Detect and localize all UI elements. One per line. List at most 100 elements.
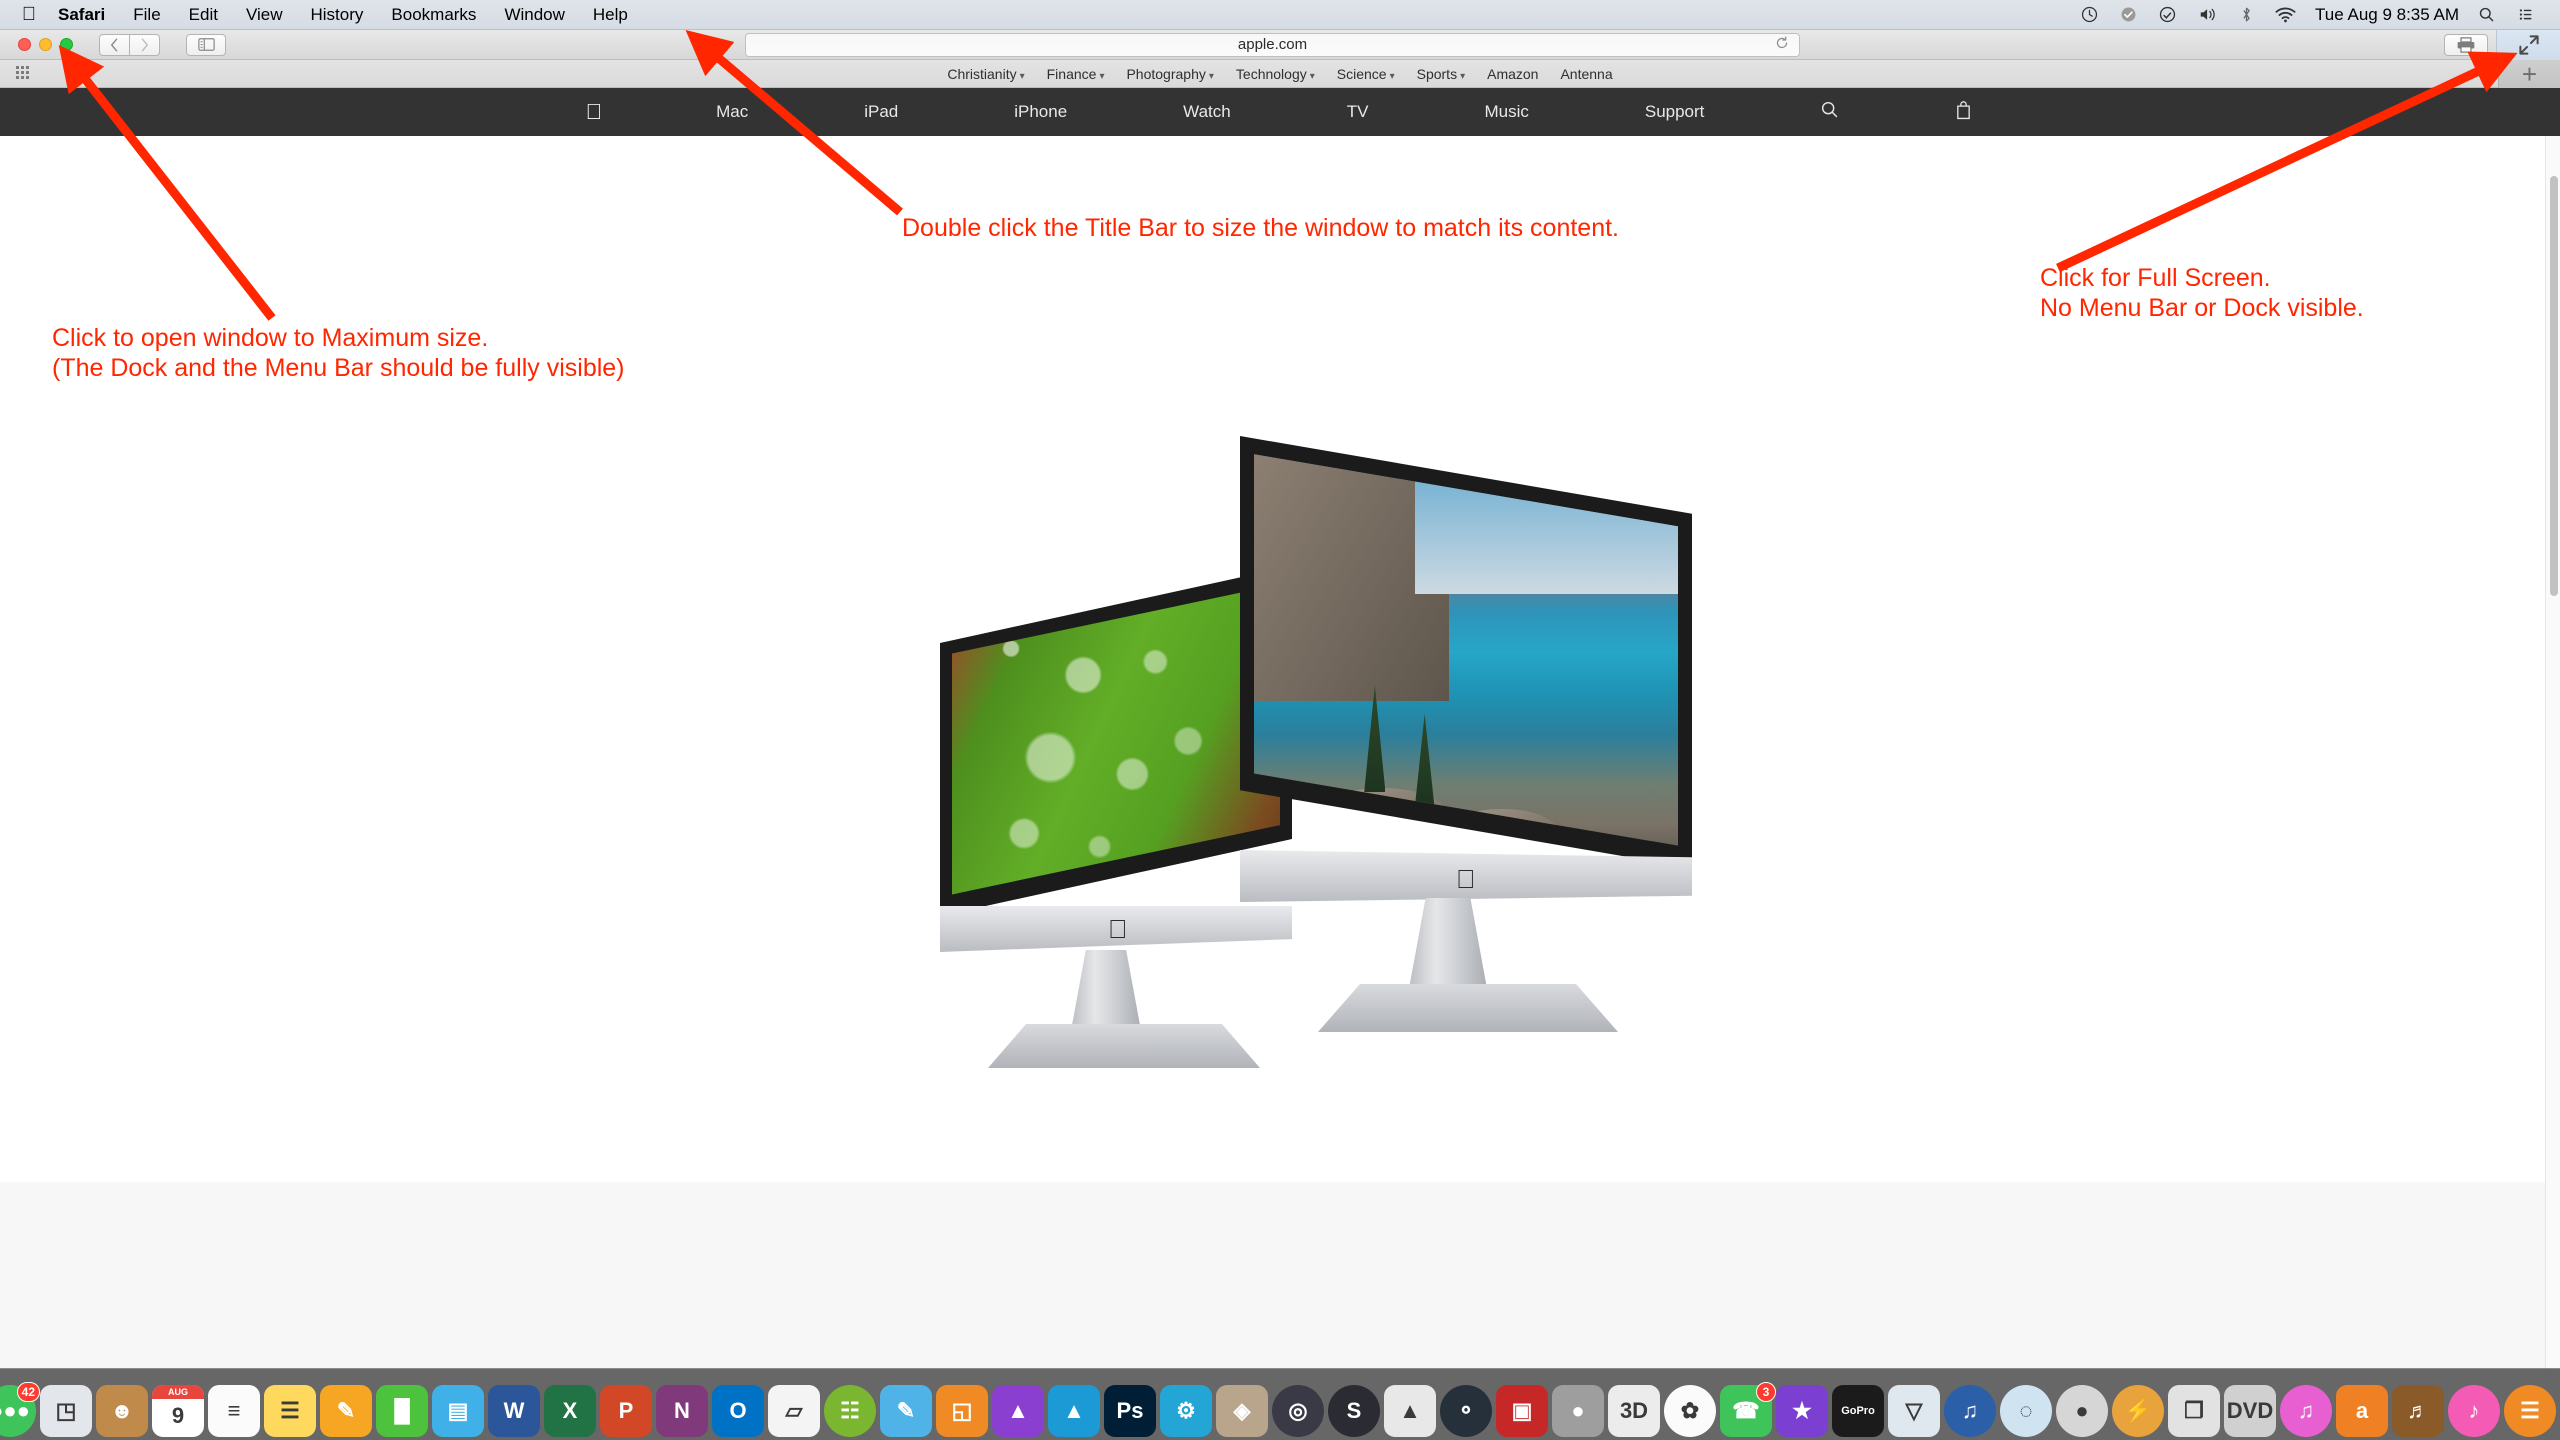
menu-item-history[interactable]: History <box>297 5 378 25</box>
dock-item-ibooks[interactable]: ☰ <box>2504 1385 2556 1437</box>
dock-item-color-pyramid[interactable]: ▲ <box>1384 1385 1436 1437</box>
bookmark-photography[interactable]: Photography ▾ <box>1126 66 1213 82</box>
dock-item-preview[interactable]: ◳ <box>40 1385 92 1437</box>
nav-item-iphone[interactable]: iPhone <box>956 102 1125 122</box>
clock-icon[interactable] <box>2070 0 2109 30</box>
dock-item-pages[interactable]: ✎ <box>320 1385 372 1437</box>
dock-item-calendar[interactable]: 9 AUG <box>152 1385 204 1437</box>
dock-item-audio-rack[interactable]: ▣ <box>1496 1385 1548 1437</box>
menu-item-help[interactable]: Help <box>579 5 642 25</box>
minimize-button[interactable] <box>39 38 52 51</box>
dock-item-numbers[interactable]: █ <box>376 1385 428 1437</box>
print-button[interactable] <box>2444 33 2488 56</box>
apple-logo-icon[interactable]:  <box>530 101 659 123</box>
new-tab-button[interactable]: + <box>2498 60 2560 88</box>
apple-menu-icon[interactable]:  <box>14 5 44 24</box>
bookmark-amazon[interactable]: Amazon <box>1487 66 1538 82</box>
menu-item-file[interactable]: File <box>119 5 174 25</box>
volume-icon[interactable] <box>2187 0 2229 30</box>
dock-item-vinyl-player[interactable]: ● <box>1552 1385 1604 1437</box>
dock-item-toast-burn[interactable]: ⚡ <box>2112 1385 2164 1437</box>
address-bar[interactable]: apple.com <box>745 32 1800 57</box>
dock-item-disk-utility[interactable]: ◌ <box>2000 1385 2052 1437</box>
dock-item-3d-viewer[interactable]: 3D <box>1608 1385 1660 1437</box>
dock-item-music-memos[interactable]: ♪ <box>2448 1385 2500 1437</box>
scrollbar-thumb[interactable] <box>2550 176 2558 596</box>
menu-bar-clock[interactable]: Tue Aug 9 8:35 AM <box>2307 5 2467 25</box>
close-button[interactable] <box>18 38 31 51</box>
wifi-icon[interactable] <box>2264 0 2307 30</box>
menu-item-safari[interactable]: Safari <box>44 5 119 25</box>
bookmark-science[interactable]: Science ▾ <box>1337 66 1395 82</box>
spotlight-search-icon[interactable] <box>2467 0 2506 30</box>
bluetooth-icon[interactable] <box>2229 0 2264 30</box>
dock-item-dvd-disc[interactable]: ● <box>2056 1385 2108 1437</box>
nav-item-tv[interactable]: TV <box>1289 102 1427 122</box>
cleanmymac-icon[interactable] <box>2148 0 2187 30</box>
dock-item-photos[interactable]: ✿ <box>1664 1385 1716 1437</box>
dock-item-libreoffice[interactable]: ▱ <box>768 1385 820 1437</box>
control-center-icon[interactable] <box>2506 0 2546 30</box>
dock-item-imovie[interactable]: ★ <box>1776 1385 1828 1437</box>
dock-item-filter-tool[interactable]: ▽ <box>1888 1385 1940 1437</box>
bookmark-christianity[interactable]: Christianity ▾ <box>947 66 1024 82</box>
reload-icon[interactable] <box>1775 35 1789 54</box>
bookmark-finance[interactable]: Finance ▾ <box>1047 66 1105 82</box>
dock-item-dvd-player[interactable]: DVD <box>2224 1385 2276 1437</box>
dock-item-onenote[interactable]: N <box>656 1385 708 1437</box>
nav-search-icon[interactable] <box>1762 100 1897 124</box>
dock-item-bible-study[interactable]: ◱ <box>936 1385 988 1437</box>
chevron-down-icon: ▾ <box>1099 70 1105 82</box>
forward-button[interactable] <box>129 33 160 56</box>
bookmark-antenna[interactable]: Antenna <box>1560 66 1612 82</box>
nav-item-ipad[interactable]: iPad <box>806 102 956 122</box>
powerpoint-icon: P <box>600 1385 652 1437</box>
dock-item-gopro-studio[interactable]: GoPro <box>1832 1385 1884 1437</box>
menu-item-window[interactable]: Window <box>490 5 578 25</box>
fullscreen-button[interactable] <box>2496 30 2560 60</box>
dock-item-node-graph[interactable]: ⚬ <box>1440 1385 1492 1437</box>
nav-item-watch[interactable]: Watch <box>1125 102 1289 122</box>
dock-item-silver-efex[interactable]: S <box>1328 1385 1380 1437</box>
bookmark-sports[interactable]: Sports ▾ <box>1417 66 1466 82</box>
bookmark-technology[interactable]: Technology ▾ <box>1236 66 1315 82</box>
dock-icon-label: ❐ <box>2184 1398 2204 1423</box>
dock-item-messages[interactable]: ●●●42 <box>0 1382 40 1437</box>
nav-item-music[interactable]: Music <box>1426 102 1586 122</box>
menu-item-edit[interactable]: Edit <box>175 5 232 25</box>
dock-item-dropbox-sync[interactable]: ⚙ <box>1160 1385 1212 1437</box>
vertical-scrollbar[interactable] <box>2545 136 2560 1388</box>
sidebar-toggle-button[interactable] <box>186 33 226 56</box>
dock-item-disk-copy[interactable]: ❐ <box>2168 1385 2220 1437</box>
dock-item-notes[interactable]: ☰ <box>264 1385 316 1437</box>
dock-item-word[interactable]: W <box>488 1385 540 1437</box>
maximize-button[interactable] <box>60 38 73 51</box>
dock-item-audacity[interactable]: ♫ <box>1944 1385 1996 1437</box>
dock-item-outlook[interactable]: O <box>712 1385 764 1437</box>
annotation-titlebar-text: Double click the Title Bar to size the w… <box>902 214 1620 242</box>
contacts-icon: ☻ <box>96 1385 148 1437</box>
dock-item-contacts[interactable]: ☻ <box>96 1385 148 1437</box>
dock-item-facetime[interactable]: ☎ 3 <box>1720 1382 1776 1437</box>
dock-item-excel[interactable]: X <box>544 1385 596 1437</box>
dock-item-photoshop[interactable]: Ps <box>1104 1385 1156 1437</box>
time-machine-icon[interactable] <box>2109 0 2148 30</box>
dock-item-itunes[interactable]: ♫ <box>2280 1385 2332 1437</box>
nav-item-support[interactable]: Support <box>1587 102 1763 122</box>
menu-item-bookmarks[interactable]: Bookmarks <box>377 5 490 25</box>
dock-item-color-efex[interactable]: ◈ <box>1216 1385 1268 1437</box>
nav-bag-icon[interactable] <box>1897 100 2030 125</box>
dock-item-amazon[interactable]: a <box>2336 1385 2388 1437</box>
menu-item-view[interactable]: View <box>232 5 297 25</box>
dock-item-affinity-designer[interactable]: ▲ <box>1048 1385 1100 1437</box>
dock-item-accordance[interactable]: ☷ <box>824 1385 876 1437</box>
dock-item-garageband[interactable]: ♬ <box>2392 1385 2444 1437</box>
dock-item-logos[interactable]: ✎ <box>880 1385 932 1437</box>
dock-item-affinity-photo[interactable]: ▲ <box>992 1385 1044 1437</box>
dock-item-powerpoint[interactable]: P <box>600 1385 652 1437</box>
nav-item-mac[interactable]: Mac <box>658 102 806 122</box>
dock-item-camera-raw[interactable]: ◎ <box>1272 1385 1324 1437</box>
back-button[interactable] <box>99 33 130 56</box>
dock-item-keynote[interactable]: ▤ <box>432 1385 484 1437</box>
dock-item-reminders[interactable]: ≡ <box>208 1385 260 1437</box>
